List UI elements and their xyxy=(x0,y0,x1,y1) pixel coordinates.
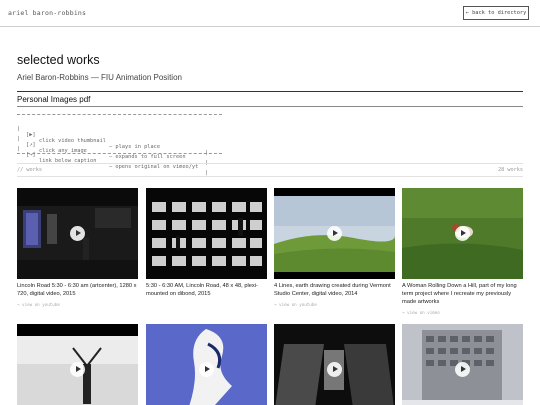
divider xyxy=(17,91,523,92)
work-thumbnail-video[interactable] xyxy=(17,188,138,279)
work-caption: Lincoln Road 5:30 - 6:30 am (artcenter),… xyxy=(17,283,137,298)
help-line: | [▶] click video thumbnail — plays in p… xyxy=(17,126,209,156)
works-section-label: // works xyxy=(17,167,42,173)
page-subtitle: Ariel Baron-Robbins — FIU Animation Posi… xyxy=(17,73,182,82)
page-title: selected works xyxy=(17,53,100,67)
work-thumbnail-video[interactable] xyxy=(274,324,395,405)
view-original-link[interactable]: → view on vimeo xyxy=(402,310,440,315)
back-to-directory-button[interactable]: ← back to directory xyxy=(463,6,529,20)
divider xyxy=(17,106,523,107)
top-bar: ariel baron-robbins ← back to directory xyxy=(0,0,540,27)
play-icon[interactable] xyxy=(70,362,85,377)
work-thumbnail-video[interactable] xyxy=(402,188,523,279)
play-icon[interactable] xyxy=(327,226,342,241)
view-original-link[interactable]: → view on youtube xyxy=(17,302,60,307)
play-icon[interactable] xyxy=(70,226,85,241)
site-name[interactable]: ariel baron-robbins xyxy=(8,9,86,17)
divider xyxy=(17,176,523,177)
view-original-link[interactable]: → view on youtube xyxy=(274,302,317,307)
play-icon[interactable] xyxy=(327,362,342,377)
work-thumbnail-video[interactable] xyxy=(17,324,138,405)
work-caption: 4 Lines, earth drawing created during Ve… xyxy=(274,283,391,298)
work-thumbnail-image[interactable] xyxy=(146,188,267,279)
work-caption: 5:30 - 6:30 AM, Lincoln Road, 48 x 48, p… xyxy=(146,283,258,298)
help-result: — expands to full screen xyxy=(109,154,186,160)
work-caption: A Woman Rolling Down a Hill, part of my … xyxy=(402,283,517,306)
play-icon[interactable] xyxy=(199,362,214,377)
help-legend: | [▶] click video thumbnail — plays in p… xyxy=(17,114,222,176)
work-thumbnail-video[interactable] xyxy=(146,324,267,405)
play-icon[interactable] xyxy=(455,226,470,241)
personal-images-pdf-link[interactable]: Personal Images pdf xyxy=(17,95,90,104)
help-result: — opens original on vimeo/yt xyxy=(109,164,199,170)
works-count: 28 works xyxy=(498,167,523,173)
help-line: | [↗] click any image — expands to full … xyxy=(17,136,208,166)
divider xyxy=(17,163,523,164)
play-icon[interactable] xyxy=(455,362,470,377)
work-thumbnail-video[interactable] xyxy=(402,324,523,405)
help-line: | [→] link below caption — opens origina… xyxy=(17,146,209,176)
work-thumbnail-video[interactable] xyxy=(274,188,395,279)
window-grid-image xyxy=(146,188,267,279)
external-link-hint-icon: [→] xyxy=(26,152,36,158)
